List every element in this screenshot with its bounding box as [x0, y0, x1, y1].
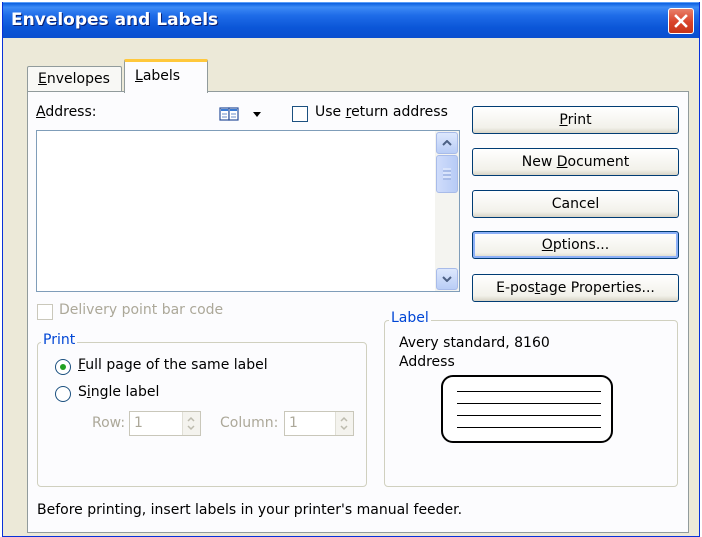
spin-arrows-icon	[340, 416, 348, 431]
close-icon	[674, 14, 688, 28]
epostage-properties-button[interactable]: E-postage Properties...	[472, 274, 679, 302]
scroll-up-button[interactable]	[436, 132, 458, 154]
column-spinner-arrows[interactable]	[335, 412, 353, 435]
new-document-button[interactable]: New Document	[472, 148, 679, 176]
column-spinner[interactable]: 1	[284, 411, 354, 436]
cancel-button[interactable]: Cancel	[472, 190, 679, 218]
print-group-title: Print	[41, 332, 78, 348]
use-return-address-label: Use return address	[315, 104, 448, 120]
spin-arrows-icon	[187, 416, 195, 431]
single-label-label: Single label	[78, 384, 160, 400]
full-page-radio[interactable]	[55, 359, 71, 375]
label-product-name: Avery standard, 8160	[399, 335, 550, 351]
close-button[interactable]	[668, 8, 694, 34]
tab-envelopes[interactable]: Envelopes	[27, 66, 122, 92]
address-book-icon	[219, 107, 239, 121]
scroll-thumb[interactable]	[436, 155, 458, 193]
options-button[interactable]: Options...	[472, 231, 679, 259]
manual-feeder-hint: Before printing, insert labels in your p…	[37, 502, 463, 518]
chevron-down-icon	[442, 276, 452, 282]
envelopes-and-labels-dialog: Envelopes and Labels Envelopes Labels Ad…	[2, 2, 700, 537]
dropdown-arrow-icon	[253, 112, 261, 117]
chevron-up-icon	[442, 140, 452, 146]
delivery-point-barcode-checkbox[interactable]	[37, 304, 53, 320]
address-label: Address:	[36, 104, 97, 120]
row-spinner-arrows[interactable]	[182, 412, 200, 435]
column-label: Column:	[220, 415, 279, 431]
label-group-title: Label	[389, 310, 431, 326]
row-label: Row:	[92, 415, 126, 431]
address-scrollbar[interactable]	[435, 131, 459, 291]
single-label-radio[interactable]	[55, 386, 71, 402]
print-button[interactable]: Print	[472, 106, 679, 134]
grip-icon	[443, 168, 451, 180]
tab-labels[interactable]: Labels	[124, 59, 208, 93]
label-preview[interactable]	[441, 375, 613, 443]
scroll-down-button[interactable]	[436, 268, 458, 290]
label-product-type: Address	[399, 354, 455, 370]
row-spinner[interactable]: 1	[129, 411, 201, 436]
address-textarea[interactable]	[36, 130, 460, 292]
use-return-address-checkbox[interactable]	[292, 106, 308, 122]
delivery-point-barcode-label: Delivery point bar code	[59, 302, 224, 318]
address-book-button[interactable]	[219, 106, 267, 124]
full-page-label: Full page of the same label	[78, 357, 268, 373]
title-bar[interactable]: Envelopes and Labels	[3, 2, 699, 38]
window-title: Envelopes and Labels	[11, 10, 219, 30]
